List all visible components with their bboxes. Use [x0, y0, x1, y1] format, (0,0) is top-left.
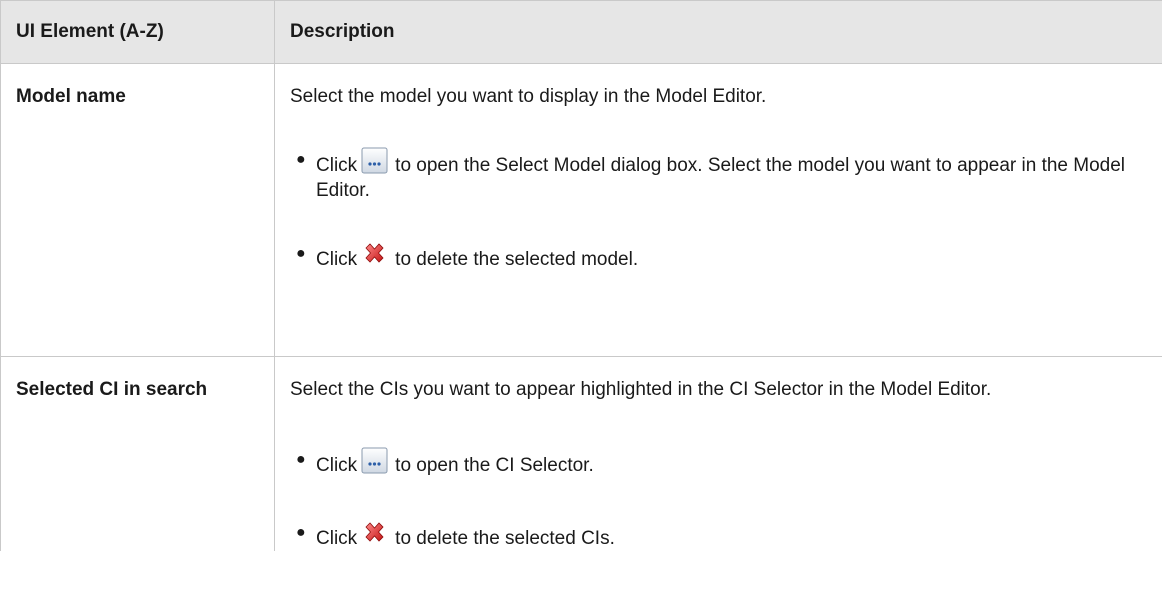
description-text: Select the model you want to display in …	[290, 86, 767, 107]
table-header-row: UI Element (A-Z) Description	[0, 0, 1162, 64]
list-item: ● Click to dele	[290, 241, 1148, 272]
click-word: Click	[316, 528, 358, 549]
header-description: Description	[274, 0, 1162, 64]
click-word: Click	[316, 155, 358, 176]
browse-ellipsis-icon	[361, 147, 388, 174]
delete-x-icon	[361, 520, 388, 547]
bullet: ●	[296, 151, 306, 168]
ui-element-table: UI Element (A-Z) Description Model name …	[0, 0, 1162, 551]
ui-element-description: Select the model you want to display in …	[274, 63, 1162, 357]
bullet: ●	[296, 245, 306, 262]
action-text: to open the Select Model dialog box. Sel…	[316, 155, 1126, 201]
ui-element-name: Model name	[0, 63, 275, 357]
action-text: to delete the selected CIs.	[395, 528, 615, 549]
action-list: ● Click	[290, 447, 1148, 551]
action-text: to open the CI Selector.	[395, 455, 594, 476]
action-text: to delete the selected model.	[395, 249, 639, 270]
table-row: Selected CI in search Select the CIs you…	[0, 356, 1162, 551]
click-word: Click	[316, 455, 358, 476]
action-list: ● Click	[290, 147, 1148, 272]
list-item: ● Click	[290, 447, 1148, 478]
description-text: Select the CIs you want to appear highli…	[290, 379, 992, 400]
list-item: ● Click	[290, 147, 1148, 203]
bullet: ●	[296, 451, 306, 468]
delete-x-icon	[361, 241, 388, 268]
list-item: ● Click to dele	[290, 520, 1148, 551]
table-row: Model name Select the model you want to …	[0, 63, 1162, 357]
ui-element-name: Selected CI in search	[0, 356, 275, 551]
click-word: Click	[316, 249, 358, 270]
ui-element-description: Select the CIs you want to appear highli…	[274, 356, 1162, 551]
browse-ellipsis-icon	[361, 447, 388, 474]
header-ui-element: UI Element (A-Z)	[0, 0, 275, 64]
bullet: ●	[296, 524, 306, 541]
